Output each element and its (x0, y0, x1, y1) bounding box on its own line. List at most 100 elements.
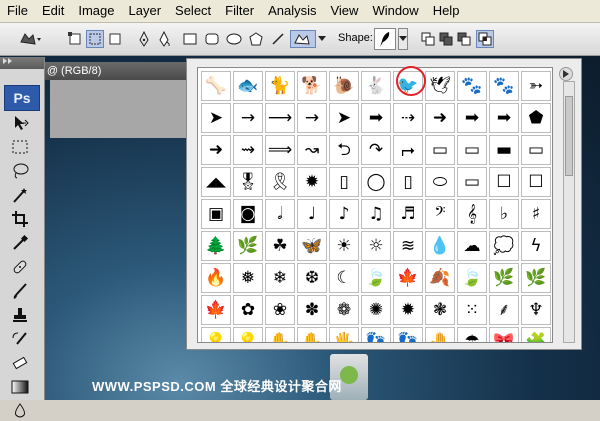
shape-arrow-bold[interactable]: ➜ (201, 135, 231, 165)
shape-quarter-note[interactable]: ♩ (297, 199, 327, 229)
shape-thought-bubble[interactable]: 💭 (489, 231, 519, 261)
shape-half-note[interactable]: 𝅗𝅥 (265, 199, 295, 229)
shape-frame-5[interactable]: ☐ (521, 167, 551, 197)
shape-sun-2[interactable]: ☼ (361, 231, 391, 261)
pen-tool-button[interactable] (136, 30, 152, 48)
shape-cat[interactable]: 🐈 (265, 71, 295, 101)
shape-flying-bird[interactable]: 🕊 (425, 71, 455, 101)
picker-scrollbar[interactable] (563, 81, 575, 343)
shape-fern[interactable]: 🌿 (233, 231, 263, 261)
eyedropper-tool[interactable] (9, 233, 31, 253)
shape-moon[interactable]: ☾ (329, 263, 359, 293)
rectangle-tool-button[interactable] (182, 30, 198, 48)
quick-selection-tool[interactable] (9, 185, 31, 205)
shape-curved-arrow[interactable]: ↷ (361, 135, 391, 165)
crop-tool[interactable] (9, 209, 31, 229)
shape-hand-2[interactable]: ✋ (297, 327, 327, 342)
tool-preset-picker[interactable] (16, 30, 44, 48)
shape-flower[interactable]: ✿ (233, 295, 263, 325)
menu-window[interactable]: Window (365, 0, 425, 22)
shape-fire[interactable]: 🔥 (201, 263, 231, 293)
shape-frame-4[interactable]: ☐ (489, 167, 519, 197)
shape-frame-7[interactable]: ◙ (233, 199, 263, 229)
eraser-tool[interactable] (9, 353, 31, 373)
shape-triangle-arrow[interactable]: ➤ (329, 103, 359, 133)
menu-filter[interactable]: Filter (218, 0, 261, 22)
shape-leaf-3[interactable]: 🍃 (457, 263, 487, 293)
shape-flower-5[interactable]: ✹ (393, 295, 423, 325)
shape-block-arrow[interactable]: ➜ (425, 103, 455, 133)
shape-clover[interactable]: ☘ (265, 231, 295, 261)
shape-award-ribbon[interactable]: 🎖 (233, 167, 263, 197)
shape-grass[interactable]: ⸙ (489, 295, 519, 325)
shape-frame-3[interactable]: ▭ (457, 167, 487, 197)
shape-thin-arrow-3[interactable]: → (297, 103, 327, 133)
shape-preview[interactable] (374, 28, 396, 50)
shape-paw-print[interactable]: 🐾 (457, 71, 487, 101)
brush-tool[interactable] (9, 281, 31, 301)
freeform-pen-button[interactable] (156, 30, 172, 48)
shape-ribbon-banner[interactable]: ◢◣ (201, 167, 231, 197)
shape-snail[interactable]: 🐌 (329, 71, 359, 101)
shape-arrow-right[interactable]: ➡ (361, 103, 391, 133)
shape-hand-4[interactable]: 🤚 (425, 327, 455, 342)
gradient-tool[interactable] (9, 377, 31, 397)
shape-leaf[interactable]: 🍃 (361, 263, 391, 293)
add-to-shape-area-button[interactable] (438, 30, 454, 48)
shape-squiggle-arrow[interactable]: ↝ (297, 135, 327, 165)
shape-flowers[interactable]: ❀ (265, 295, 295, 325)
shape-leaf-2[interactable]: 🍂 (425, 263, 455, 293)
shape-frame[interactable]: ▯ (329, 167, 359, 197)
menu-analysis[interactable]: Analysis (261, 0, 323, 22)
shape-sharp[interactable]: ♯ (521, 199, 551, 229)
shape-leaf-4[interactable]: 🌿 (489, 263, 519, 293)
shape-pentagon-arrow[interactable]: ⬟ (521, 103, 551, 133)
shape-chevron-arrow[interactable]: ➤ (201, 103, 231, 133)
shape-arrow-right-2[interactable]: ➡ (489, 103, 519, 133)
shape-arrow-dashed[interactable]: ⇢ (393, 103, 423, 133)
shape-maple-leaf-2[interactable]: 🍁 (201, 295, 231, 325)
shape-bone[interactable]: 🦴 (201, 71, 231, 101)
scrollbar-thumb[interactable] (565, 96, 573, 176)
lasso-tool[interactable] (9, 161, 31, 181)
shape-banner-4[interactable]: ▭ (521, 135, 551, 165)
shape-bow[interactable]: 🎀 (489, 327, 519, 342)
rounded-rectangle-tool-button[interactable] (204, 30, 220, 48)
custom-shape-tool-button[interactable] (290, 30, 316, 48)
shape-treble-clef[interactable]: 𝄞 (457, 199, 487, 229)
shape-flower-6[interactable]: ❃ (425, 295, 455, 325)
blur-tool[interactable] (9, 401, 31, 421)
shape-corner-arrow[interactable]: ⮣ (393, 135, 423, 165)
shape-oval-frame[interactable]: ◯ (361, 167, 391, 197)
shape-arrow-feather[interactable]: ➳ (521, 71, 551, 101)
shape-arrow-right-3[interactable]: ⟹ (265, 135, 295, 165)
shape-flat[interactable]: ♭ (489, 199, 519, 229)
shape-leaf-5[interactable]: 🌿 (521, 263, 551, 293)
shape-waves[interactable]: ≋ (393, 231, 423, 261)
move-tool[interactable] (9, 113, 31, 133)
shape-oval-frame-2[interactable]: ⬭ (425, 167, 455, 197)
shape-seal[interactable]: ✹ (297, 167, 327, 197)
shape-awareness-ribbon[interactable]: 🎗 (265, 167, 295, 197)
menu-view[interactable]: View (323, 0, 365, 22)
shape-u-turn-arrow[interactable]: ⮌ (329, 135, 359, 165)
shape-umbrella[interactable]: ☂ (457, 327, 487, 342)
create-new-shape-layer-button[interactable] (420, 30, 436, 48)
shape-lightning[interactable]: ϟ (521, 231, 551, 261)
menu-layer[interactable]: Layer (122, 0, 169, 22)
shape-maple-leaf[interactable]: 🍁 (393, 263, 423, 293)
shape-footprint[interactable]: 👣 (361, 327, 391, 342)
shape-flower-4[interactable]: ✺ (361, 295, 391, 325)
shape-flower-2[interactable]: ✽ (297, 295, 327, 325)
clone-stamp-tool[interactable] (9, 305, 31, 325)
shape-thin-arrow[interactable]: → (233, 103, 263, 133)
shape-lightbulb-2[interactable]: 💡 (233, 327, 263, 342)
shape-dots[interactable]: ⁙ (457, 295, 487, 325)
shape-frame-2[interactable]: ▯ (393, 167, 423, 197)
shape-hand-3[interactable]: 🖐 (329, 327, 359, 342)
healing-brush-tool[interactable] (9, 257, 31, 277)
shape-rabbit[interactable]: 🐇 (361, 71, 391, 101)
shape-sun[interactable]: ☀ (329, 231, 359, 261)
menu-edit[interactable]: Edit (35, 0, 71, 22)
shape-hand[interactable]: ✋ (265, 327, 295, 342)
